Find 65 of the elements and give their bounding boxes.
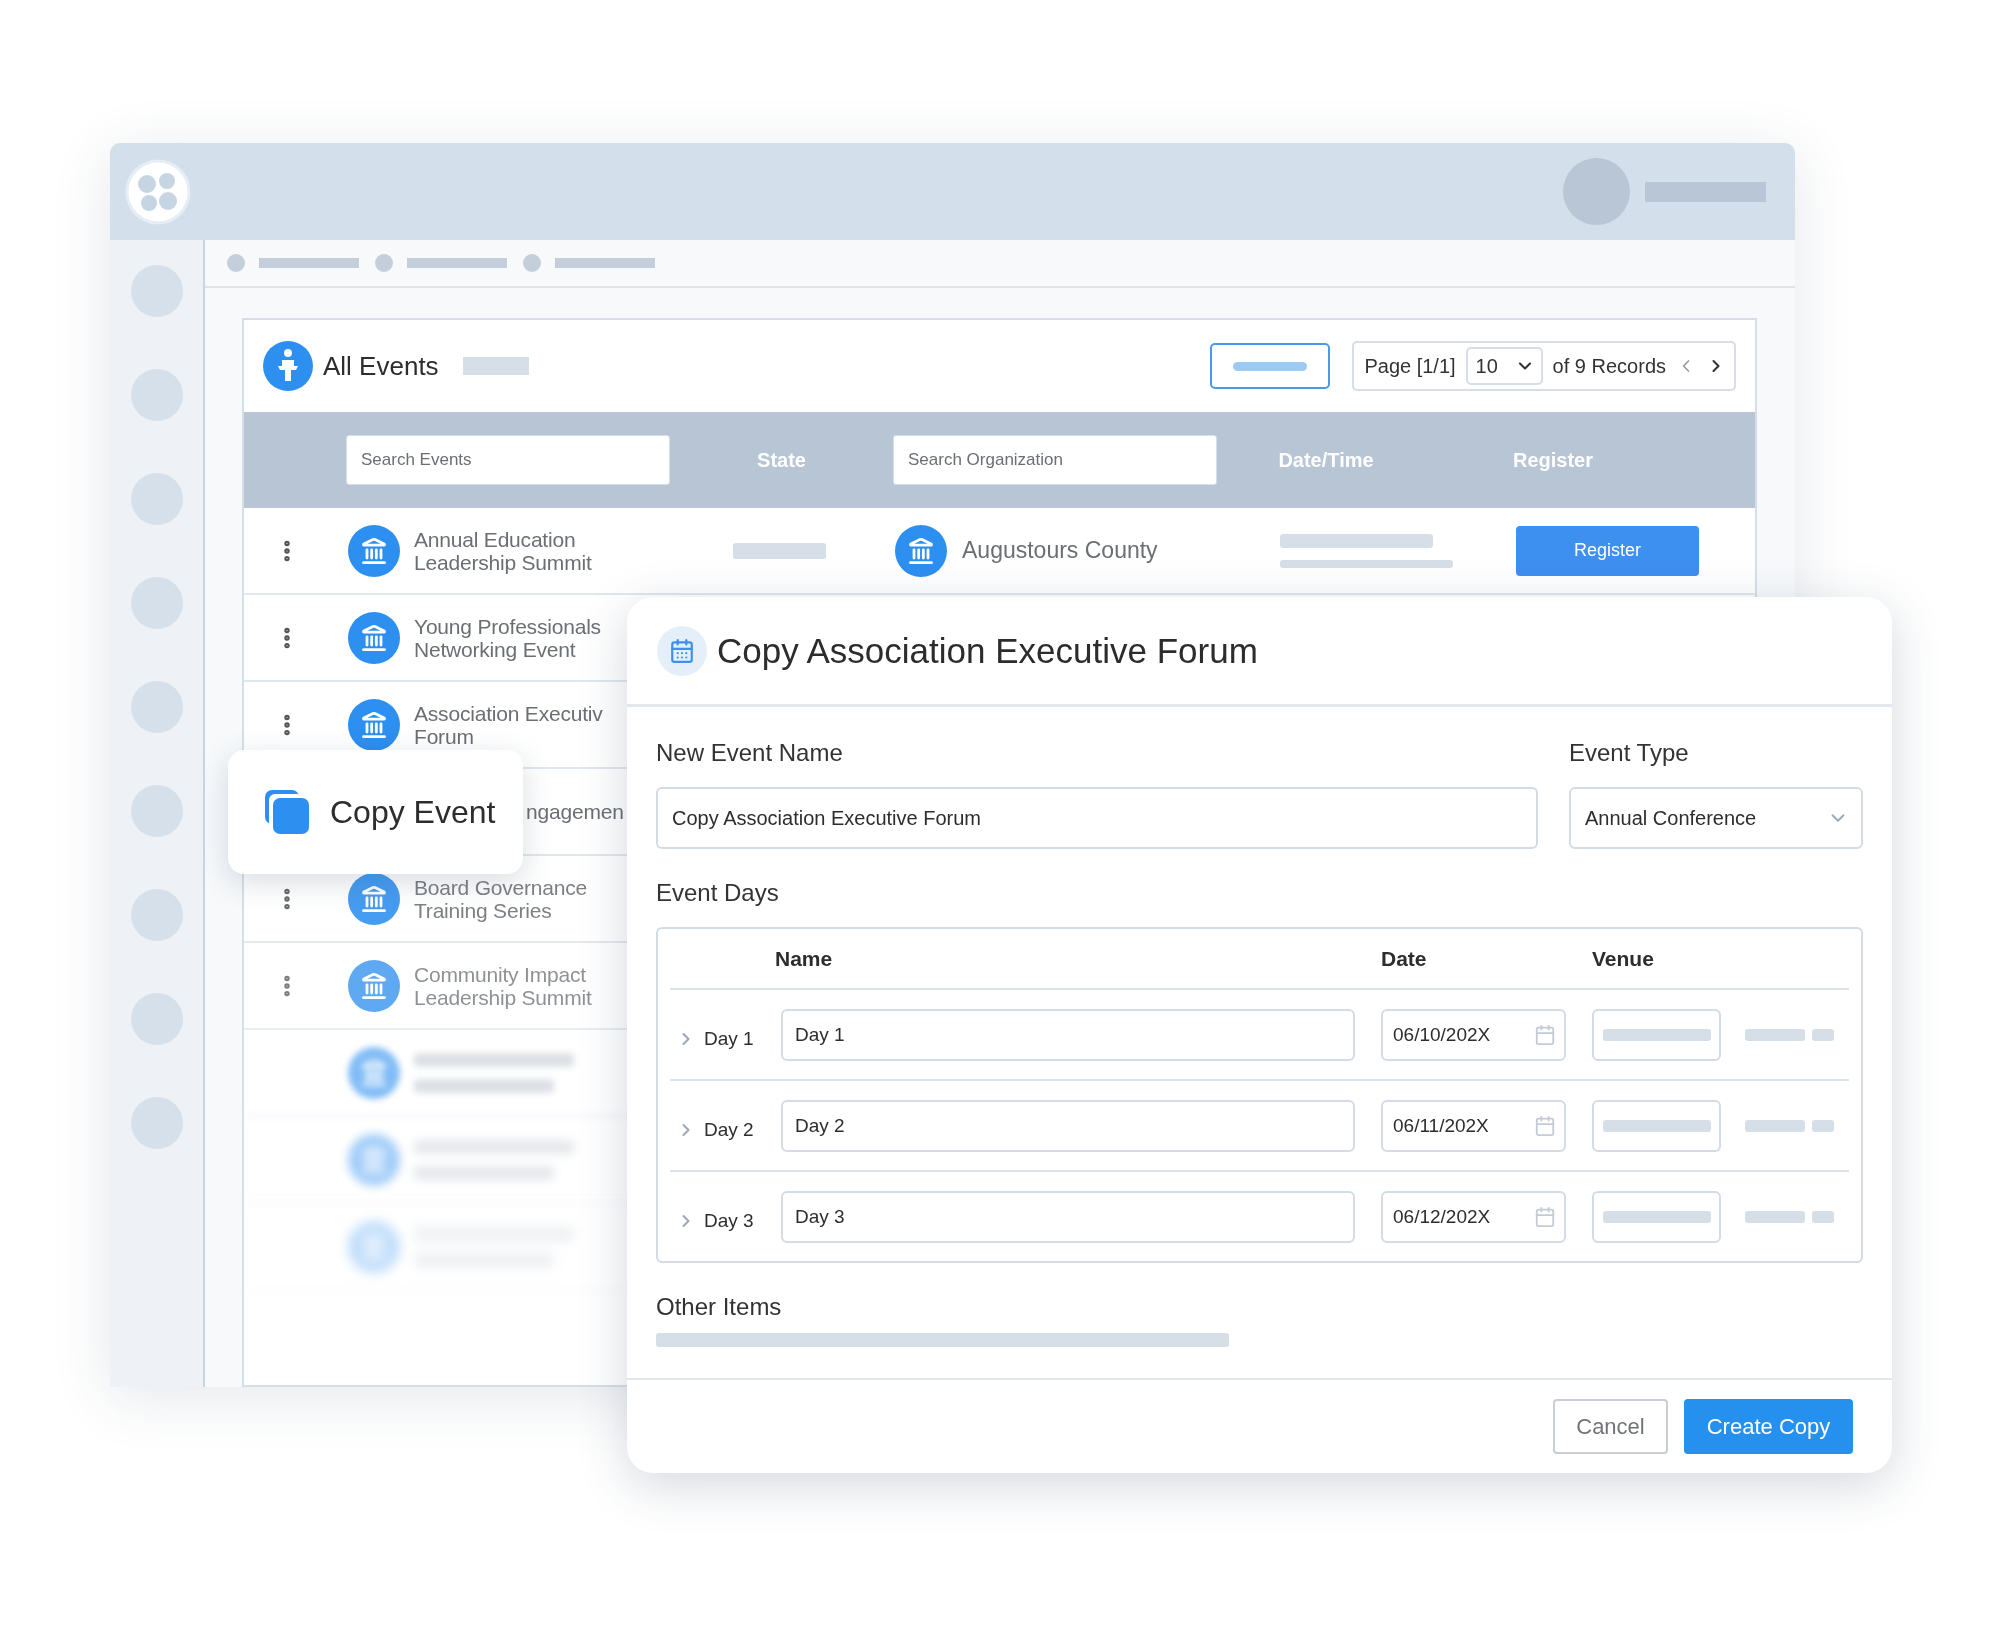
calendar-icon[interactable]	[1534, 1114, 1556, 1137]
section-label: Event Days	[656, 879, 780, 907]
cancel-button[interactable]: Cancel	[1553, 1399, 1668, 1454]
venue-field[interactable]	[1592, 1190, 1721, 1243]
calendar-icon	[657, 625, 707, 676]
venue-field[interactable]	[1592, 1008, 1721, 1061]
day-name-field[interactable]: Day 2	[781, 1099, 1355, 1152]
podium-icon	[263, 341, 313, 391]
day-name-field[interactable]: Day 1	[781, 1008, 1355, 1061]
placeholder-bar	[1812, 1028, 1834, 1041]
event-name: Annual Education Leadership Summit	[414, 527, 592, 574]
section-label: Other Items	[656, 1293, 783, 1321]
breadcrumb-dot	[227, 254, 245, 272]
venue-field[interactable]	[1592, 1099, 1721, 1152]
placeholder-bar	[1745, 1028, 1805, 1041]
event-type-select[interactable]: Annual Conference	[1569, 787, 1863, 849]
event-name: Association Executiv Forum	[414, 701, 603, 748]
building-icon	[348, 1133, 400, 1186]
date-field[interactable]: 06/12/202X	[1381, 1190, 1566, 1243]
event-name: ngagemen	[526, 800, 624, 823]
day-toggle[interactable]: Day 2	[670, 1118, 781, 1141]
placeholder-bar	[1745, 1210, 1805, 1223]
building-icon	[348, 1220, 400, 1273]
column-header: Venue	[1592, 946, 1655, 971]
breadcrumb-dot	[375, 254, 393, 272]
placeholder-bar	[1745, 1119, 1805, 1132]
column-header: State	[756, 448, 807, 472]
menu-item[interactable]: Copy Event	[263, 788, 496, 836]
column-header: Name	[775, 946, 834, 971]
toolbar-button[interactable]	[1210, 343, 1331, 389]
column-header: Register	[1512, 448, 1594, 472]
building-icon	[895, 524, 947, 577]
day-name-field[interactable]: Day 3	[781, 1190, 1355, 1243]
copy-icon	[263, 788, 311, 836]
search-field[interactable]: Search Organization	[893, 435, 1217, 485]
calendar-icon[interactable]	[1534, 1205, 1556, 1228]
event-name: Community Impact Leadership Summit	[414, 962, 592, 1009]
column-header: Date/Time	[1277, 448, 1375, 472]
field-label: New Event Name	[656, 739, 844, 767]
calendar-icon[interactable]	[1534, 1023, 1556, 1046]
date-field[interactable]: 06/11/202X	[1381, 1099, 1566, 1152]
panel-title: All Events	[323, 350, 439, 382]
event-name: Board Governance Training Series	[414, 875, 588, 922]
field-label: Event Type	[1569, 739, 1690, 767]
logo-icon	[125, 158, 191, 225]
building-icon	[348, 959, 400, 1012]
dialog-title: Copy Association Executive Forum	[717, 630, 1258, 671]
placeholder-bar	[462, 357, 529, 375]
placeholder-bar	[1812, 1210, 1834, 1223]
breadcrumb-dot	[523, 254, 541, 272]
search-field[interactable]: Search Events	[346, 435, 670, 485]
placeholder-bar	[1812, 1119, 1834, 1132]
event-name-field[interactable]: Copy Association Executive Forum	[656, 787, 1538, 849]
day-toggle[interactable]: Day 1	[670, 1027, 781, 1050]
building-icon	[348, 1046, 400, 1099]
building-icon	[348, 611, 400, 664]
record-count: of 9 Records	[1552, 354, 1666, 378]
date-field[interactable]: 06/10/202X	[1381, 1008, 1566, 1061]
page-size-select[interactable]: 10	[1465, 347, 1543, 385]
day-toggle[interactable]: Day 3	[670, 1209, 781, 1232]
column-header: Date	[1381, 946, 1428, 971]
building-icon	[348, 524, 400, 577]
organization-name: Augustours County	[962, 537, 1158, 564]
event-name: Young Professionals Networking Event	[414, 614, 601, 661]
page-indicator: Page [1/1]	[1364, 354, 1456, 378]
